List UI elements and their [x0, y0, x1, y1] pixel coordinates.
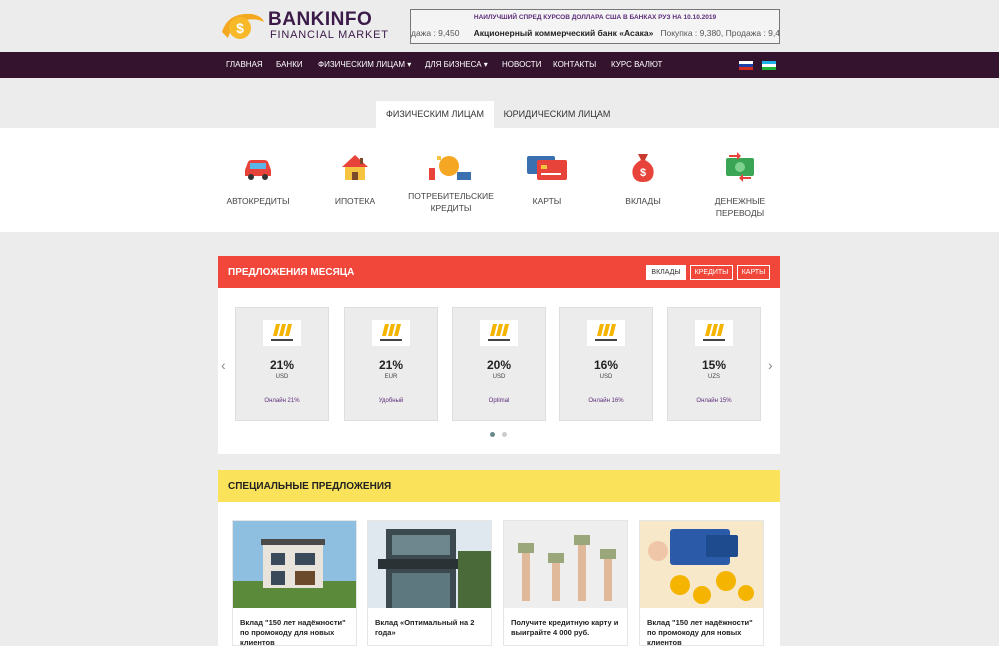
category-label: ПОТРЕБИТЕЛЬСКИЕ КРЕДИТЫ [408, 191, 494, 213]
carousel-dot[interactable] [502, 432, 507, 437]
special-offers-title: СПЕЦИАЛЬНЫЕ ПРЕДЛОЖЕНИЯ [228, 481, 392, 492]
logo-title[interactable]: BANKINFO [268, 10, 372, 30]
consumer-credit-icon [429, 156, 471, 180]
logo-icon[interactable]: $ [218, 8, 266, 44]
category-label: КАРТЫ [532, 196, 562, 206]
category-money-transfers[interactable]: ДЕНЕЖНЫЕ ПЕРЕВОДЫ [695, 150, 785, 219]
category-mortgage[interactable]: ИПОТЕКА [310, 150, 400, 207]
offer-currency: USD [599, 374, 613, 380]
category-label: ВКЛАДЫ [625, 196, 661, 206]
promo-card[interactable]: Получите кредитную карту и выиграйте 4 0… [503, 520, 628, 646]
carousel-prev-icon[interactable]: ‹ [221, 357, 226, 373]
promo-image-cards-coins [640, 521, 763, 608]
category-deposits[interactable]: $ ВКЛАДЫ [598, 150, 688, 207]
offer-rate: 21% [269, 358, 295, 372]
svg-text:$: $ [640, 167, 646, 179]
offer-currency: EUR [384, 374, 398, 380]
ticker-bank[interactable]: Акционерный коммерческий банк «Асака» [474, 28, 654, 38]
promo-image-hands-money [504, 521, 627, 608]
logo-subtitle: FINANCIAL MARKET [270, 29, 389, 41]
bank-logo-icon [263, 320, 301, 346]
cards-icon [527, 156, 567, 180]
bank-logo-icon [587, 320, 625, 346]
uzbek-flag-icon[interactable] [762, 61, 776, 70]
russian-flag-icon[interactable] [739, 61, 753, 70]
filter-deposits[interactable]: ВКЛАДЫ [646, 265, 686, 280]
ticker-title: НАИЛУЧШИЙ СПРЕД КУРСОВ ДОЛЛАРА США В БАН… [473, 14, 717, 21]
promo-card[interactable]: Вклад «Оптимальный на 2 года» [367, 520, 492, 646]
filter-credits[interactable]: КРЕДИТЫ [690, 265, 733, 280]
house-icon [342, 155, 368, 180]
nav-contacts[interactable]: КОНТАКТЫ [553, 60, 596, 69]
money-transfer-icon [726, 152, 754, 182]
promo-image-house [233, 521, 356, 608]
svg-text:$: $ [236, 20, 244, 36]
promo-text[interactable]: Вклад "150 лет надёжности" по промокоду … [240, 618, 352, 645]
offer-currency: USD [275, 374, 289, 380]
bank-logo-icon [372, 320, 410, 346]
promo-text[interactable]: Вклад «Оптимальный на 2 года» [375, 618, 487, 638]
offer-currency: UZS [708, 374, 720, 380]
main-nav: ГЛАВНАЯ БАНКИ ФИЗИЧЕСКИМ ЛИЦАМ ▾ ДЛЯ БИЗ… [0, 52, 999, 78]
offer-card[interactable]: 16% USD Онлайн 16% [559, 307, 653, 421]
offer-name[interactable]: Удобный [345, 398, 437, 404]
promo-image-building [368, 521, 491, 608]
category-auto-loans[interactable]: АВТОКРЕДИТЫ [213, 150, 303, 207]
bank-logo-icon [695, 320, 733, 346]
category-consumer-credit[interactable]: ПОТРЕБИТЕЛЬСКИЕ КРЕДИТЫ [406, 150, 496, 214]
ticker-rates: Покупка : 9,380, Продажа : 9,450 [660, 28, 780, 38]
category-cards[interactable]: КАРТЫ [502, 150, 592, 207]
car-icon [245, 160, 271, 180]
offer-card[interactable]: 21% EUR Удобный [344, 307, 438, 421]
carousel-dot-active[interactable] [490, 432, 495, 437]
promo-card[interactable]: Вклад "150 лет надёжности" по промокоду … [639, 520, 764, 646]
promo-card[interactable]: Вклад "150 лет надёжности" по промокоду … [232, 520, 357, 646]
tab-legal-entities[interactable]: ЮРИДИЧЕСКИМ ЛИЦАМ [494, 101, 620, 128]
offer-rate: 15% [701, 358, 727, 372]
filter-cards[interactable]: КАРТЫ [737, 265, 770, 280]
category-label: АВТОКРЕДИТЫ [226, 196, 290, 206]
offers-title: ПРЕДЛОЖЕНИЯ МЕСЯЦА [228, 267, 355, 278]
offers-header: ПРЕДЛОЖЕНИЯ МЕСЯЦА ВКЛАДЫ КРЕДИТЫ КАРТЫ [218, 256, 780, 288]
promo-text[interactable]: Вклад "150 лет надёжности" по промокоду … [647, 618, 759, 645]
rate-ticker: НАИЛУЧШИЙ СПРЕД КУРСОВ ДОЛЛАРА США В БАН… [410, 9, 780, 44]
offer-rate: 20% [486, 358, 512, 372]
offer-rate: 21% [378, 358, 404, 372]
nav-exchange-rates[interactable]: КУРС ВАЛЮТ [611, 60, 662, 69]
bank-logo-icon [480, 320, 518, 346]
offer-name[interactable]: Optimal [453, 398, 545, 404]
ticker-line: дажа : 9,450 Акционерный коммерческий ба… [411, 28, 780, 38]
offer-name[interactable]: Онлайн 21% [236, 398, 328, 404]
nav-business[interactable]: ДЛЯ БИЗНЕСА ▾ [425, 60, 488, 69]
carousel-next-icon[interactable]: › [768, 357, 773, 373]
nav-individuals[interactable]: ФИЗИЧЕСКИМ ЛИЦАМ ▾ [318, 60, 411, 69]
offer-card[interactable]: 20% USD Optimal [452, 307, 546, 421]
money-bag-icon: $ [632, 154, 654, 182]
nav-news[interactable]: НОВОСТИ [502, 60, 541, 69]
promo-text[interactable]: Получите кредитную карту и выиграйте 4 0… [511, 618, 623, 638]
category-label: ИПОТЕКА [334, 196, 376, 206]
category-label: ДЕНЕЖНЫЕ ПЕРЕВОДЫ [714, 196, 766, 218]
offer-card[interactable]: 21% USD Онлайн 21% [235, 307, 329, 421]
offer-card[interactable]: 15% UZS Онлайн 15% [667, 307, 761, 421]
nav-home[interactable]: ГЛАВНАЯ [226, 60, 263, 69]
category-panel [0, 128, 999, 232]
offer-currency: USD [492, 374, 506, 380]
nav-banks[interactable]: БАНКИ [276, 60, 303, 69]
ticker-prefix: дажа : 9,450 [411, 28, 460, 38]
tab-individuals[interactable]: ФИЗИЧЕСКИМ ЛИЦАМ [376, 101, 494, 128]
offer-rate: 16% [593, 358, 619, 372]
special-offers-header: СПЕЦИАЛЬНЫЕ ПРЕДЛОЖЕНИЯ [218, 470, 780, 502]
offer-name[interactable]: Онлайн 15% [668, 398, 760, 404]
offer-name[interactable]: Онлайн 16% [560, 398, 652, 404]
